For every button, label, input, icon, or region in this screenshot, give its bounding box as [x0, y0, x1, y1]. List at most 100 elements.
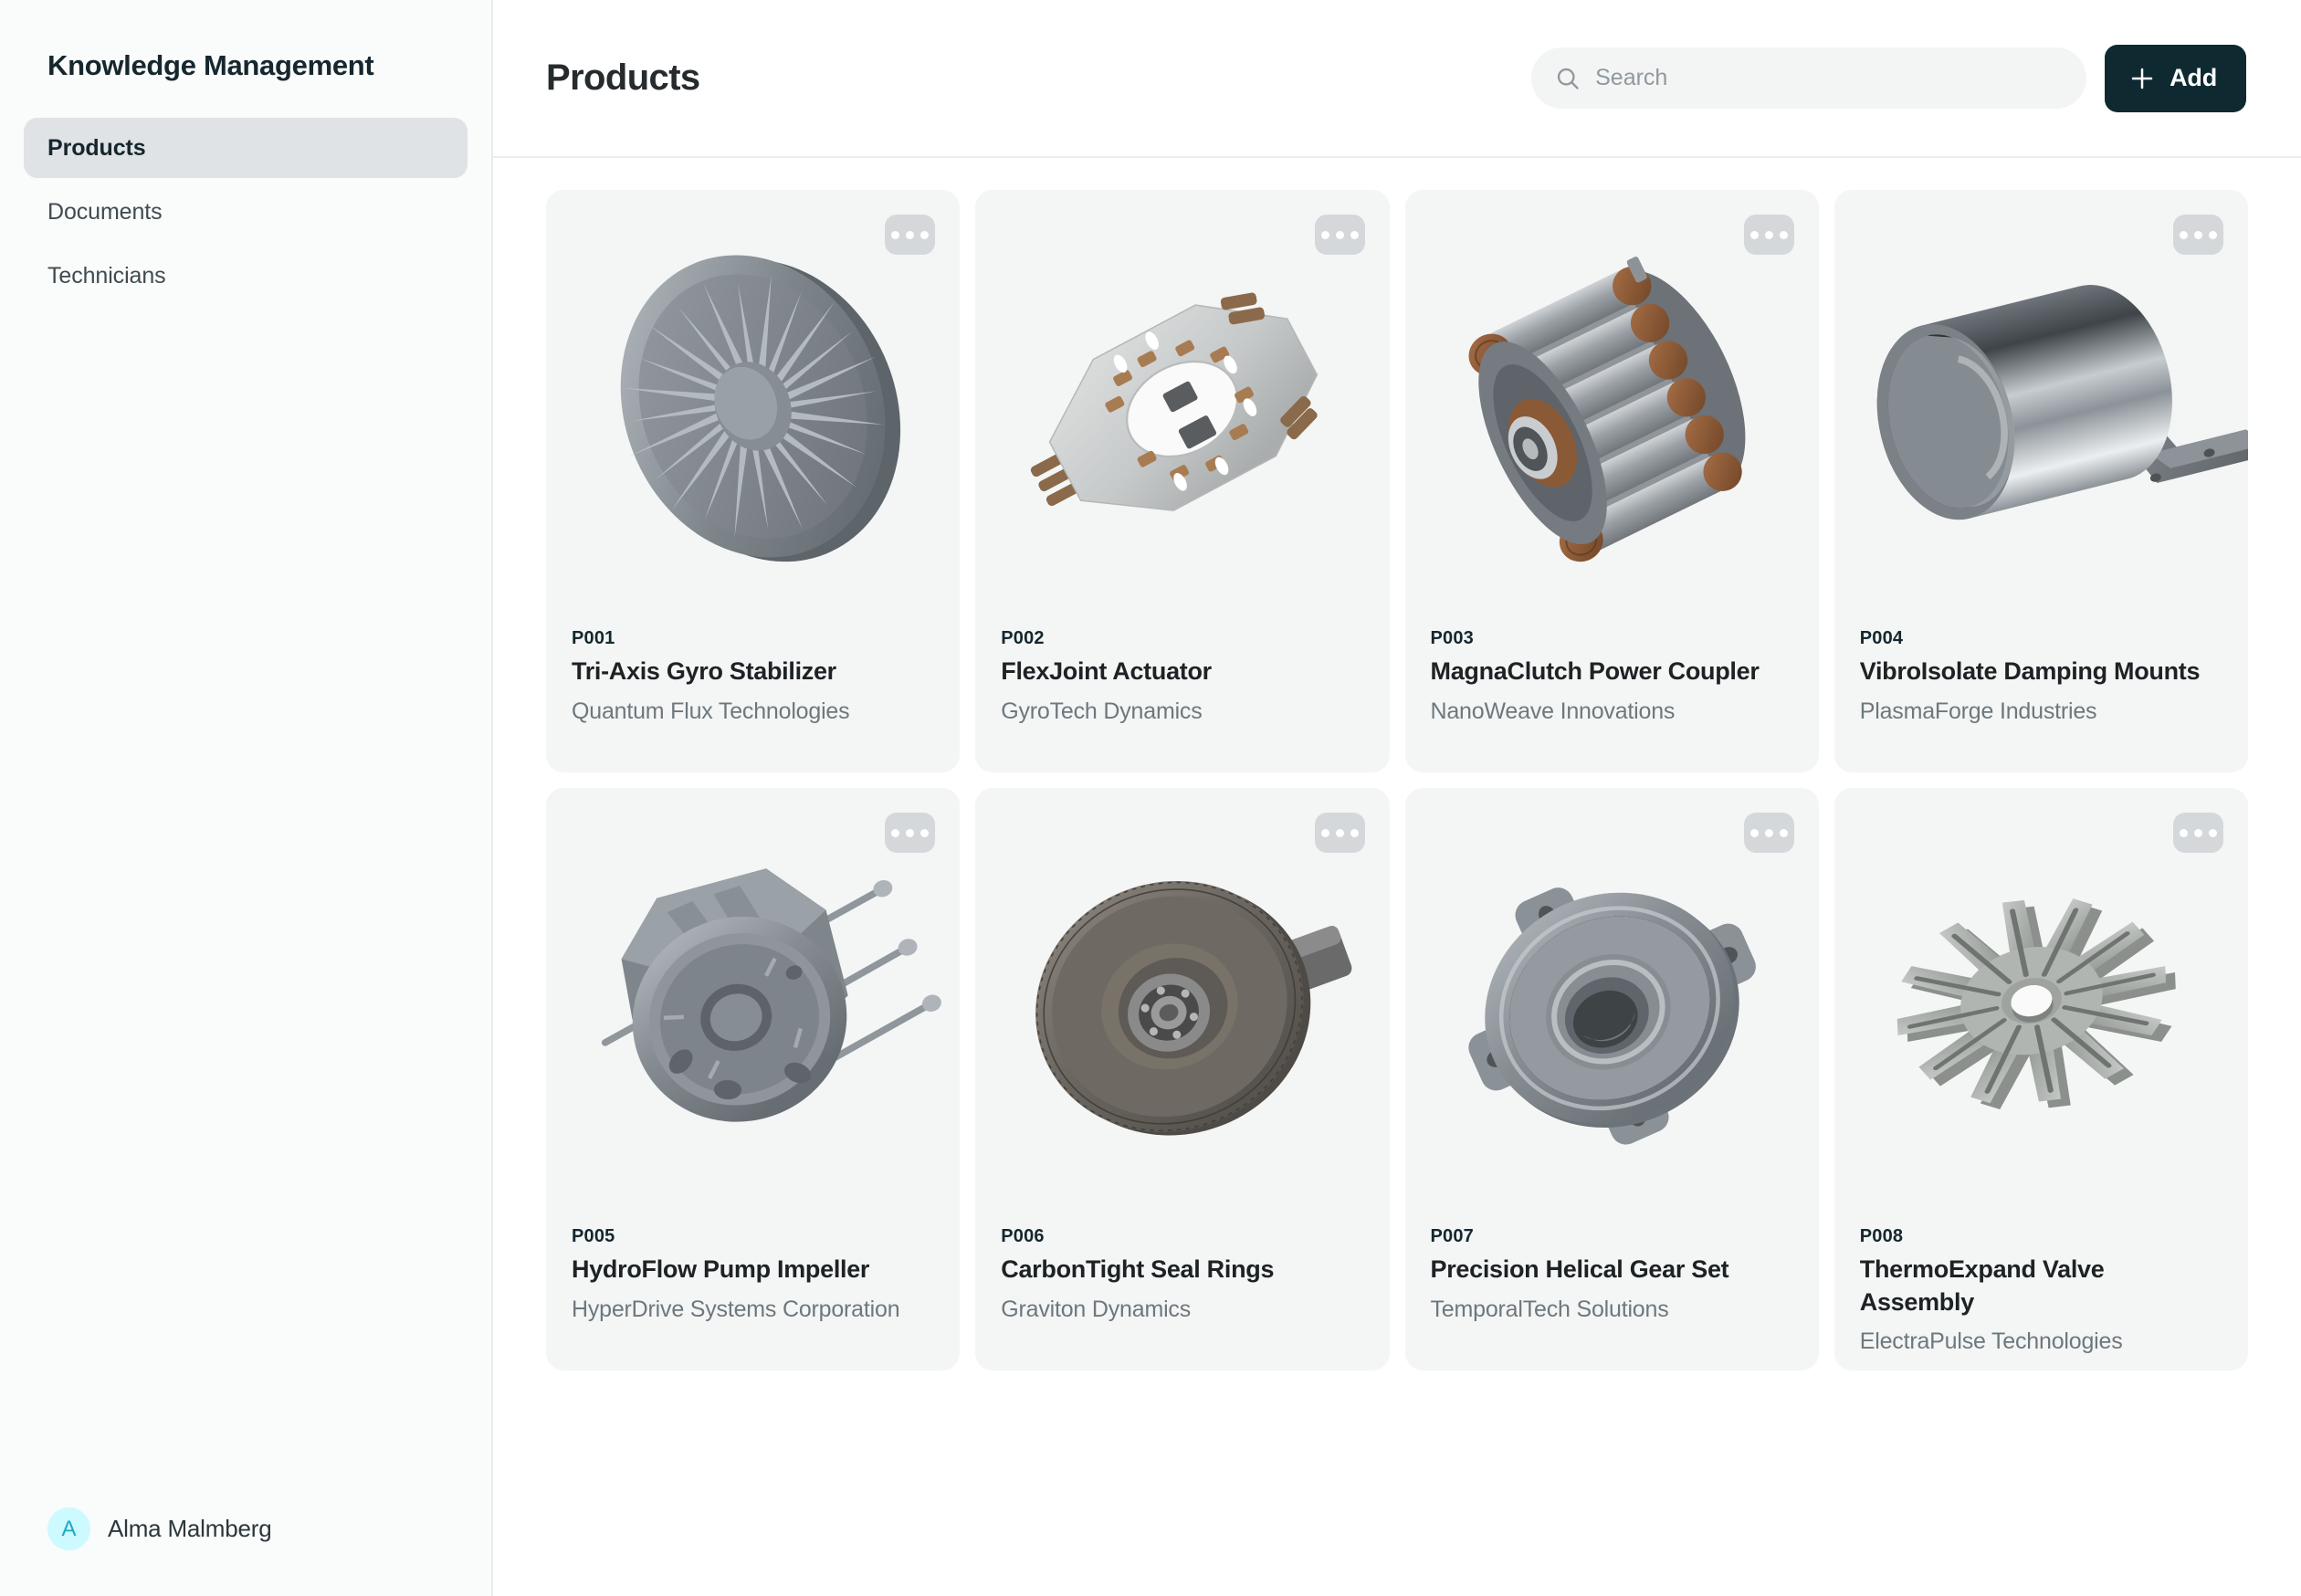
product-company: PlasmaForge Industries [1859, 698, 2097, 724]
product-name: Precision Helical Gear Set [1430, 1255, 1729, 1283]
star-fin-impeller-part-image [1896, 898, 2176, 1110]
product-name: MagnaClutch Power Coupler [1430, 657, 1760, 685]
ellipsis-icon [2194, 230, 2202, 239]
sidebar-item-documents[interactable]: Documents [24, 182, 468, 242]
product-card[interactable]: P001 Tri-Axis Gyro Stabilizer Quantum Fl… [546, 190, 961, 772]
product-card[interactable]: P008 ThermoExpand Valve Assembly Electra… [1833, 788, 2248, 1370]
product-card[interactable]: P006 CarbonTight Seal Rings Graviton Dyn… [975, 788, 1390, 1370]
user-profile[interactable]: A Alma Malmberg [24, 1507, 468, 1569]
ellipsis-icon [1335, 230, 1344, 239]
product-info: P003 MagnaClutch Power Coupler NanoWeave… [1405, 628, 1819, 727]
product-image [975, 788, 1389, 1226]
products-content: P001 Tri-Axis Gyro Stabilizer Quantum Fl… [493, 158, 2301, 1596]
ellipsis-icon [1350, 828, 1359, 837]
product-info: P004 VibroIsolate Damping Mounts PlasmaF… [1834, 628, 2248, 727]
product-name: CarbonTight Seal Rings [1001, 1255, 1275, 1283]
product-name: ThermoExpand Valve Assembly [1859, 1255, 2105, 1316]
products-grid: P001 Tri-Axis Gyro Stabilizer Quantum Fl… [546, 190, 2248, 1370]
ellipsis-icon [1764, 230, 1773, 239]
card-menu-button[interactable] [1314, 813, 1365, 853]
product-image [1405, 190, 1819, 628]
card-menu-button[interactable] [1314, 215, 1365, 255]
pump-housing-rods-part-image [601, 868, 941, 1122]
product-info: P001 Tri-Axis Gyro Stabilizer Quantum Fl… [546, 628, 960, 727]
ellipsis-icon [1764, 828, 1773, 837]
product-id: P006 [1001, 1226, 1045, 1246]
card-menu-button[interactable] [885, 813, 936, 853]
product-info: P005 HydroFlow Pump Impeller HyperDrive … [546, 1226, 960, 1325]
product-name: HydroFlow Pump Impeller [572, 1255, 870, 1283]
sidebar-item-products[interactable]: Products [24, 118, 468, 178]
card-menu-button[interactable] [1743, 813, 1794, 853]
ellipsis-icon [906, 828, 915, 837]
product-id: P007 [1430, 1226, 1475, 1246]
product-id: P003 [1430, 628, 1475, 648]
product-company: NanoWeave Innovations [1430, 698, 1676, 724]
product-company: HyperDrive Systems Corporation [572, 1296, 900, 1322]
add-button[interactable]: Add [2105, 44, 2246, 112]
product-image [546, 788, 960, 1226]
search-box[interactable] [1531, 47, 2087, 109]
product-id: P008 [1859, 1226, 1904, 1246]
ellipsis-icon [920, 828, 930, 837]
avatar: A [47, 1507, 90, 1550]
motor-rotor-windings-part-image [1468, 257, 1745, 562]
ellipsis-icon [1779, 828, 1788, 837]
ellipsis-icon [1779, 230, 1788, 239]
ellipsis-icon [2209, 230, 2217, 239]
add-button-label: Add [2170, 64, 2217, 91]
sidebar-nav: Products Documents Technicians [24, 118, 468, 306]
sidebar-item-label: Technicians [47, 262, 166, 289]
product-image [1834, 788, 2248, 1226]
product-card[interactable]: P003 MagnaClutch Power Coupler NanoWeave… [1404, 190, 1819, 772]
product-image [1834, 190, 2248, 628]
user-name: Alma Malmberg [108, 1515, 272, 1542]
card-menu-button[interactable] [2173, 813, 2223, 853]
ellipsis-icon [1350, 230, 1359, 239]
search-icon [1558, 68, 1579, 89]
main-area: Products Add [493, 0, 2301, 1596]
product-info: P007 Precision Helical Gear Set Temporal… [1405, 1226, 1819, 1325]
card-menu-button[interactable] [2173, 215, 2223, 255]
product-image [1405, 788, 1819, 1226]
ellipsis-icon [1749, 230, 1759, 239]
product-card[interactable]: P002 FlexJoint Actuator GyroTech Dynamic… [975, 190, 1390, 772]
product-company: ElectraPulse Technologies [1859, 1328, 2123, 1355]
product-name: FlexJoint Actuator [1001, 657, 1212, 685]
ellipsis-icon [891, 828, 900, 837]
gear-housing-cover-part-image [1467, 887, 1756, 1145]
product-id: P001 [572, 628, 615, 648]
ellipsis-icon [2209, 828, 2217, 837]
ellipsis-icon [1320, 828, 1329, 837]
ellipsis-icon [906, 230, 915, 239]
search-input[interactable] [1595, 65, 2064, 91]
app-root: Knowledge Management Products Documents … [0, 0, 2301, 1596]
product-info: P008 ThermoExpand Valve Assembly Electra… [1834, 1226, 2248, 1358]
gyro-disc-part-image [620, 255, 901, 562]
sidebar-item-technicians[interactable]: Technicians [24, 246, 468, 306]
product-info: P006 CarbonTight Seal Rings Graviton Dyn… [975, 1226, 1389, 1325]
card-menu-button[interactable] [1743, 215, 1794, 255]
app-brand-title: Knowledge Management [47, 49, 374, 81]
sidebar-item-label: Products [47, 134, 146, 161]
product-company: TemporalTech Solutions [1430, 1296, 1669, 1322]
product-image [546, 190, 960, 628]
product-card[interactable]: P004 VibroIsolate Damping Mounts PlasmaF… [1833, 190, 2248, 772]
product-name: Tri-Axis Gyro Stabilizer [572, 657, 836, 685]
product-company: Graviton Dynamics [1001, 1296, 1192, 1322]
ellipsis-icon [2180, 230, 2188, 239]
card-menu-button[interactable] [885, 215, 936, 255]
product-card[interactable]: P007 Precision Helical Gear Set Temporal… [1404, 788, 1819, 1370]
metal-sleeve-bracket-part-image [1876, 285, 2248, 520]
product-company: Quantum Flux Technologies [572, 698, 850, 724]
ellipsis-icon [920, 230, 930, 239]
product-image [975, 190, 1389, 628]
product-id: P004 [1859, 628, 1904, 648]
product-name: VibroIsolate Damping Mounts [1859, 657, 2201, 685]
sidebar: Knowledge Management Products Documents … [0, 0, 493, 1596]
ellipsis-icon [1320, 230, 1329, 239]
ellipsis-icon [2194, 828, 2202, 837]
octagonal-plate-part-image [1031, 292, 1319, 511]
product-card[interactable]: P005 HydroFlow Pump Impeller HyperDrive … [546, 788, 961, 1370]
